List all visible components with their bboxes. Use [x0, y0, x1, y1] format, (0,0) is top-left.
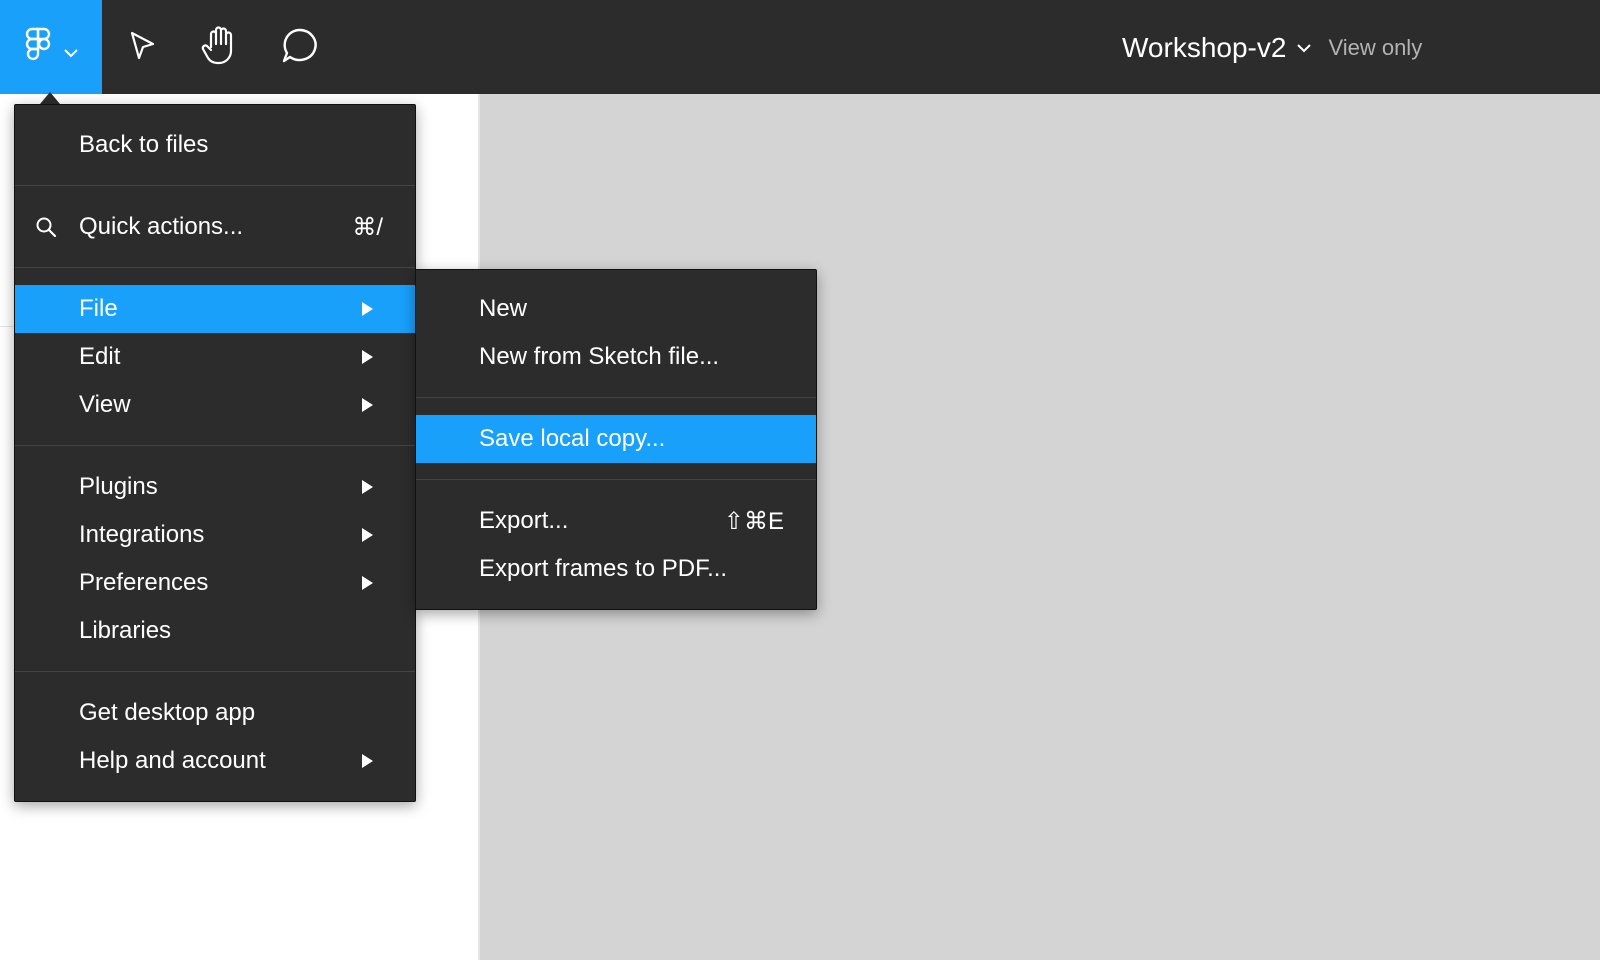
file-submenu: New New from Sketch file... Save local c… [415, 269, 817, 610]
menu-divider [416, 479, 816, 480]
submenu-arrow-icon [362, 576, 373, 590]
menu-item-quick-actions[interactable]: Quick actions... ⌘/ [15, 203, 415, 251]
menu-item-edit[interactable]: Edit [15, 333, 415, 381]
menu-item-save-local-copy[interactable]: Save local copy... [416, 415, 816, 463]
menu-item-export-frames-to-pdf[interactable]: Export frames to PDF... [416, 545, 816, 593]
menu-item-integrations[interactable]: Integrations [15, 511, 415, 559]
menu-item-export[interactable]: Export... ⇧⌘E [416, 497, 816, 545]
chevron-down-icon [64, 49, 78, 58]
shortcut-label: ⇧⌘E [723, 507, 784, 535]
menu-divider [15, 267, 415, 268]
main-menu-button[interactable] [0, 0, 102, 94]
comment-tool-button[interactable] [276, 22, 324, 70]
menu-item-back-to-files[interactable]: Back to files [15, 121, 415, 169]
menu-item-help-and-account[interactable]: Help and account [15, 737, 415, 785]
submenu-arrow-icon [362, 398, 373, 412]
file-menu-chevron[interactable] [1296, 42, 1312, 54]
figma-logo-icon [25, 27, 51, 61]
submenu-arrow-icon [362, 754, 373, 768]
submenu-arrow-icon [362, 480, 373, 494]
file-title[interactable]: Workshop-v2 View only [1122, 28, 1422, 68]
chevron-down-icon [1297, 44, 1312, 53]
comment-icon [282, 28, 317, 63]
access-mode-label: View only [1328, 35, 1423, 60]
main-menu: Back to files Quick actions... ⌘/ File E… [14, 104, 416, 802]
search-icon [36, 217, 57, 238]
submenu-arrow-icon [362, 528, 373, 542]
file-name[interactable]: Workshop-v2 [1122, 32, 1286, 64]
shortcut-label: ⌘/ [352, 213, 383, 241]
menu-item-libraries[interactable]: Libraries [15, 607, 415, 655]
menu-divider [15, 185, 415, 186]
move-cursor-icon [130, 31, 155, 60]
submenu-arrow-icon [362, 302, 373, 316]
menu-item-get-desktop-app[interactable]: Get desktop app [15, 689, 415, 737]
toolbar: Workshop-v2 View only [0, 0, 1600, 94]
hand-icon [201, 26, 233, 65]
menu-divider [416, 397, 816, 398]
menu-pointer [40, 92, 60, 104]
submenu-arrow-icon [362, 350, 373, 364]
menu-item-file[interactable]: File [15, 285, 415, 333]
menu-item-plugins[interactable]: Plugins [15, 463, 415, 511]
menu-item-new[interactable]: New [416, 285, 816, 333]
hand-tool-button[interactable] [196, 22, 244, 70]
move-tool-button[interactable] [118, 22, 166, 70]
menu-divider [15, 671, 415, 672]
menu-item-preferences[interactable]: Preferences [15, 559, 415, 607]
menu-item-view[interactable]: View [15, 381, 415, 429]
menu-divider [15, 445, 415, 446]
menu-item-new-from-sketch[interactable]: New from Sketch file... [416, 333, 816, 381]
